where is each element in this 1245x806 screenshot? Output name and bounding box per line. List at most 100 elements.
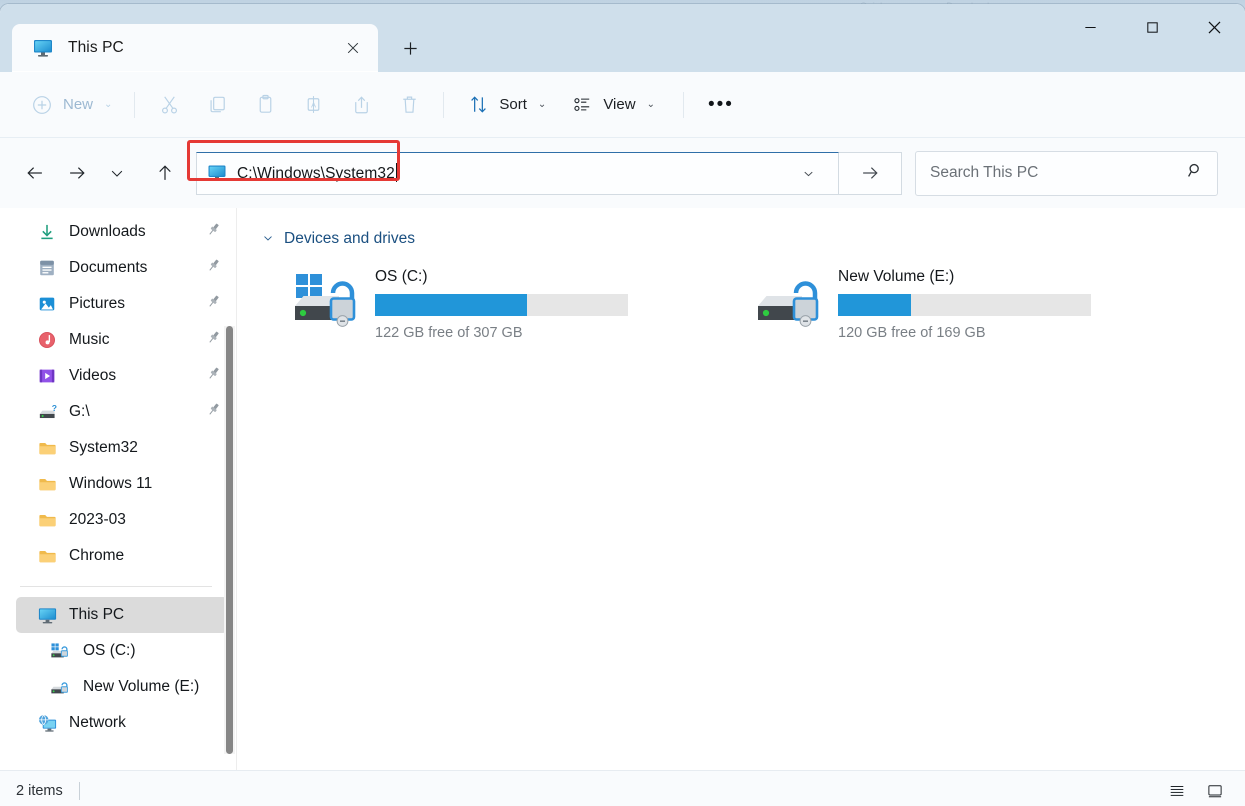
sidebar-item-label: G:\ — [69, 403, 90, 421]
tab-title: This PC — [68, 39, 338, 57]
sidebar-scrollbar[interactable] — [224, 326, 235, 754]
sidebar-item-g-drive[interactable]: ? G:\ — [16, 394, 228, 430]
network-icon — [36, 712, 58, 734]
delete-button[interactable] — [385, 85, 433, 125]
rename-icon: A — [301, 93, 325, 117]
new-button[interactable]: New ⌄ — [16, 85, 124, 125]
minimize-button[interactable] — [1059, 4, 1121, 50]
paste-icon — [253, 93, 277, 117]
toolbar-divider-1 — [134, 92, 135, 118]
capacity-bar-fill — [838, 294, 911, 316]
sidebar-item-label: Documents — [69, 259, 147, 277]
sidebar-divider — [20, 586, 212, 587]
drive-unknown-icon: ? — [36, 401, 58, 423]
see-more-button[interactable]: ••• — [694, 85, 748, 125]
cut-button[interactable] — [145, 85, 193, 125]
new-tab-button[interactable] — [388, 28, 432, 68]
details-view-button[interactable] — [1161, 777, 1193, 805]
maximize-button[interactable] — [1121, 4, 1183, 50]
address-chevron-down-icon[interactable] — [786, 153, 830, 194]
text-caret — [396, 163, 397, 182]
drive-tile-os-c[interactable]: OS (C:) 122 GB free of 307 GB — [295, 266, 628, 341]
documents-icon — [36, 257, 58, 279]
rename-button[interactable]: A — [289, 85, 337, 125]
scissors-icon — [157, 93, 181, 117]
sidebar-item-label: Videos — [69, 367, 116, 385]
new-button-label: New — [63, 96, 93, 113]
svg-text:?: ? — [51, 403, 56, 413]
sidebar-item-label: Downloads — [69, 223, 146, 241]
title-bar: This PC — [0, 4, 1245, 72]
sidebar-item-2023-03[interactable]: 2023-03 — [16, 502, 228, 538]
sidebar-item-videos[interactable]: Videos — [16, 358, 228, 394]
close-icon[interactable] — [338, 33, 368, 63]
toolbar-divider-2 — [443, 92, 444, 118]
sidebar-item-label: Windows 11 — [69, 475, 152, 493]
chevron-down-icon — [261, 231, 275, 248]
copy-icon — [205, 93, 229, 117]
drive-info: New Volume (E:) 120 GB free of 169 GB — [838, 266, 1091, 341]
window-controls — [1059, 4, 1245, 50]
copy-button[interactable] — [193, 85, 241, 125]
sidebar-item-downloads[interactable]: Downloads — [16, 214, 228, 250]
address-bar[interactable]: C:\Windows\System32 — [196, 152, 839, 195]
sort-button[interactable]: Sort ⌄ — [454, 85, 558, 125]
sidebar-scrollbar-thumb[interactable] — [226, 326, 233, 754]
ellipsis-icon: ••• — [708, 100, 734, 110]
capacity-bar — [838, 294, 1091, 316]
pin-icon[interactable] — [205, 293, 222, 315]
os-drive-icon — [295, 272, 367, 330]
sidebar-item-label: New Volume (E:) — [83, 678, 199, 696]
drive-icon — [758, 272, 830, 330]
close-button[interactable] — [1183, 4, 1245, 50]
sidebar-item-music[interactable]: Music — [16, 322, 228, 358]
this-pc-icon — [36, 604, 58, 626]
sidebar-item-os-c[interactable]: OS (C:) — [16, 633, 228, 669]
chevron-down-icon: ⌄ — [104, 99, 112, 110]
back-button[interactable] — [14, 152, 56, 194]
search-icon[interactable] — [1186, 161, 1205, 185]
view-button[interactable]: View ⌄ — [558, 85, 667, 125]
tab-this-pc[interactable]: This PC — [12, 24, 378, 72]
pin-icon[interactable] — [205, 257, 222, 279]
view-icon — [570, 93, 594, 117]
pin-icon[interactable] — [205, 221, 222, 243]
sidebar-item-network[interactable]: Network — [16, 705, 228, 741]
navigation-bar: C:\Windows\System32 — [0, 138, 1245, 208]
search-input[interactable] — [930, 164, 1180, 182]
sidebar-item-system32[interactable]: System32 — [16, 430, 228, 466]
address-bar-wrapper: C:\Windows\System32 — [196, 152, 839, 195]
up-button[interactable] — [144, 152, 186, 194]
drive-grid: OS (C:) 122 GB free of 307 GB — [251, 266, 1245, 341]
share-button[interactable] — [337, 85, 385, 125]
pictures-icon — [36, 293, 58, 315]
recent-locations-button[interactable] — [98, 152, 136, 194]
navigation-pane: Downloads Documents — [0, 208, 236, 770]
group-header-devices-and-drives[interactable]: Devices and drives — [261, 226, 1245, 252]
sidebar-item-chrome[interactable]: Chrome — [16, 538, 228, 574]
sidebar-item-new-volume-e[interactable]: New Volume (E:) — [16, 669, 228, 705]
os-drive-icon — [50, 640, 72, 662]
sort-icon — [466, 93, 490, 117]
paste-button[interactable] — [241, 85, 289, 125]
sidebar-item-this-pc[interactable]: This PC — [16, 597, 228, 633]
tab-strip: This PC — [12, 16, 432, 72]
sidebar-item-pictures[interactable]: Pictures — [16, 286, 228, 322]
forward-button[interactable] — [56, 152, 98, 194]
search-box[interactable] — [915, 151, 1218, 196]
go-button[interactable] — [839, 152, 902, 195]
file-explorer-window: This PC — [0, 4, 1245, 806]
pin-icon[interactable] — [205, 401, 222, 423]
sidebar-item-windows-11[interactable]: Windows 11 — [16, 466, 228, 502]
music-icon — [36, 329, 58, 351]
sidebar-item-documents[interactable]: Documents — [16, 250, 228, 286]
folder-icon — [36, 437, 58, 459]
pin-icon[interactable] — [205, 365, 222, 387]
sidebar-item-label: This PC — [69, 606, 124, 624]
drive-tile-new-volume-e[interactable]: New Volume (E:) 120 GB free of 169 GB — [758, 266, 1091, 341]
address-text: C:\Windows\System32 — [237, 165, 395, 182]
large-icons-view-button[interactable] — [1199, 777, 1231, 805]
sidebar-item-label: Network — [69, 714, 126, 732]
pin-icon[interactable] — [205, 329, 222, 351]
drive-capacity-text: 122 GB free of 307 GB — [375, 325, 628, 341]
